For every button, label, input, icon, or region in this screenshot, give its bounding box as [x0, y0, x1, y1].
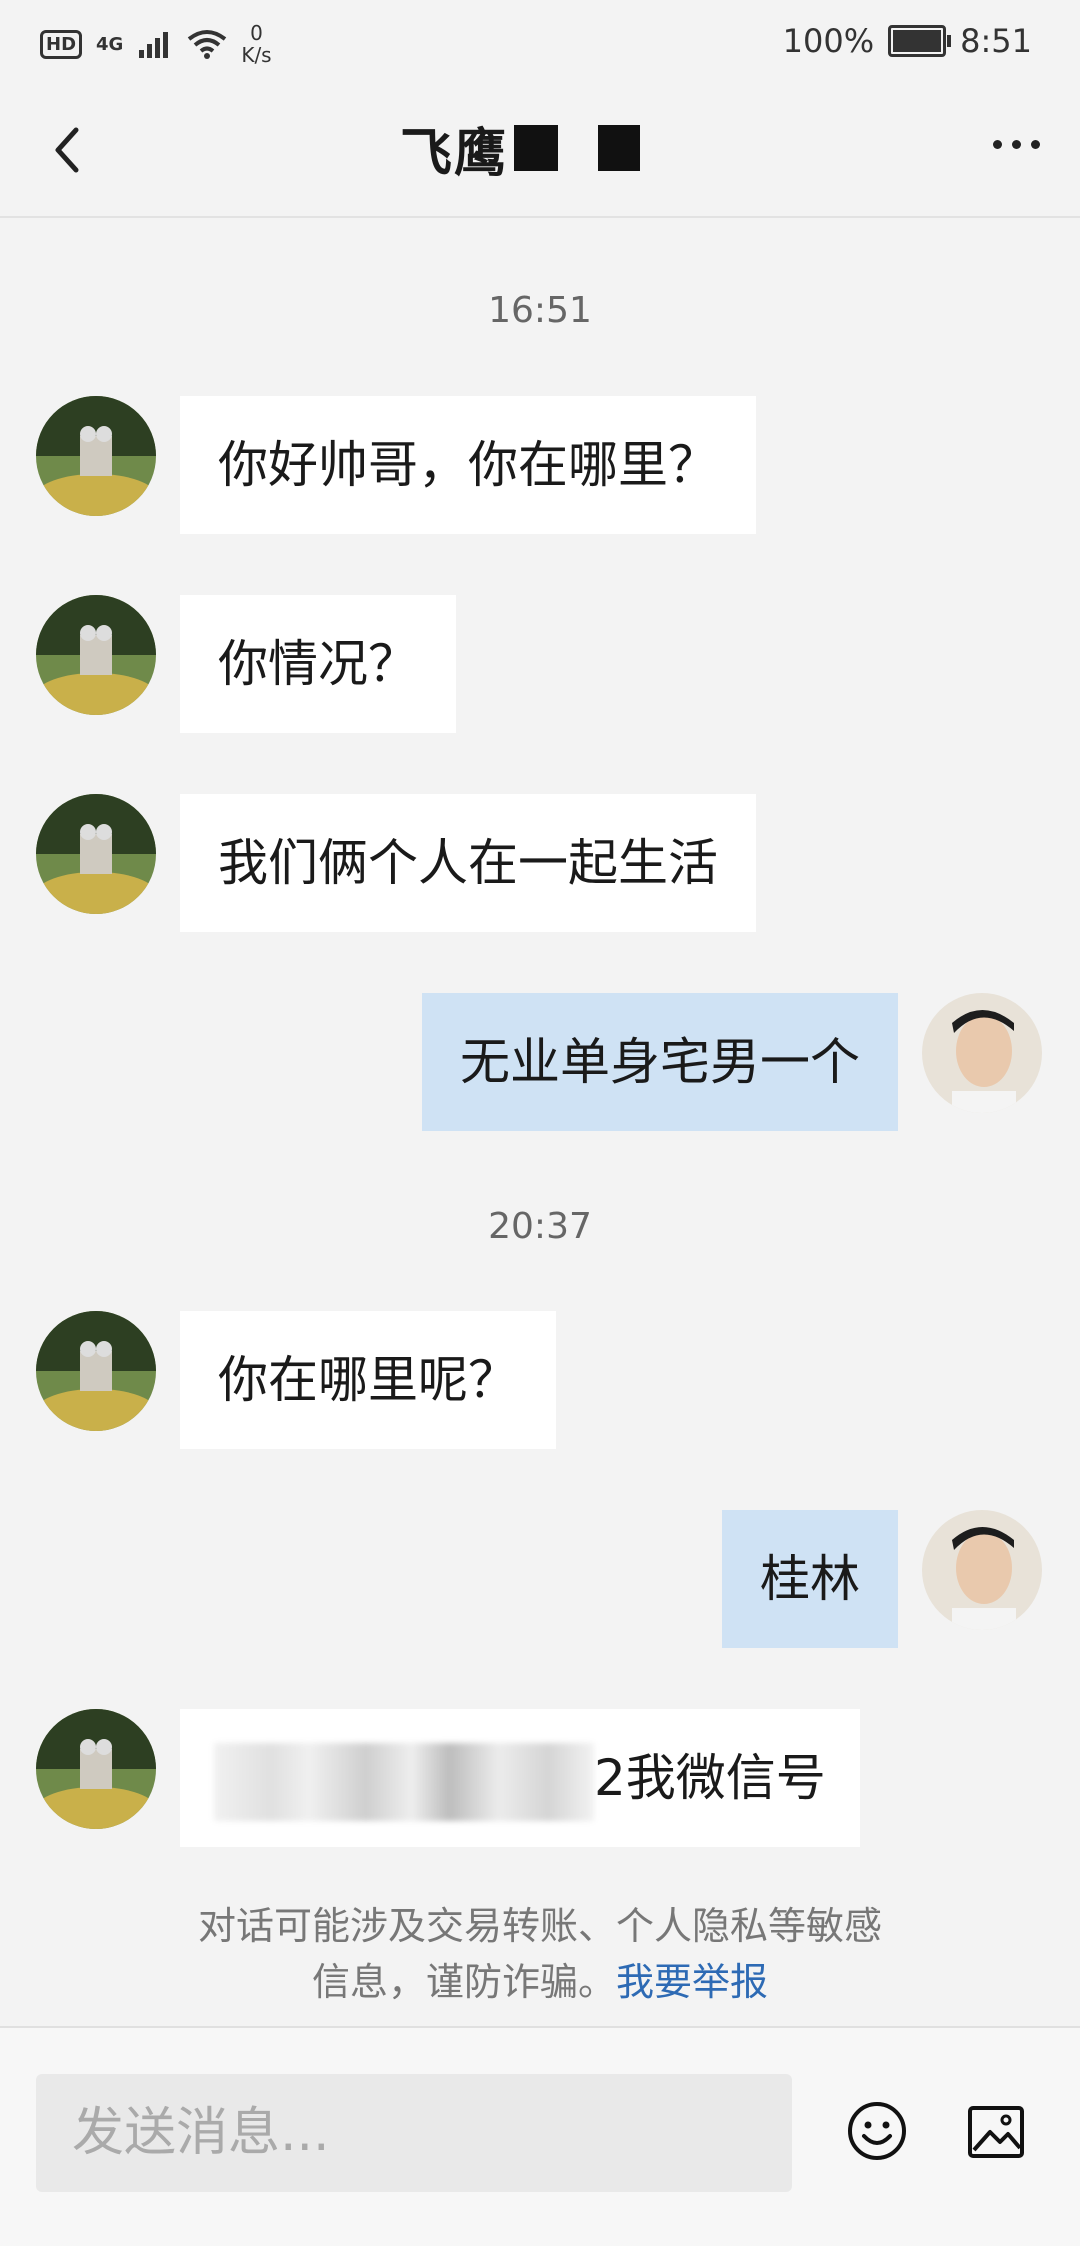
statue-garden-avatar-icon [36, 1709, 156, 1829]
message-bubble[interactable]: 你在哪里呢？ [180, 1311, 556, 1449]
speed-value: 0 [250, 21, 263, 45]
report-link[interactable]: 我要举报 [616, 1960, 768, 2004]
avatar[interactable] [36, 595, 156, 715]
status-right: 100% 8:51 [783, 22, 1032, 60]
chat-title: 飞鹰 [400, 118, 641, 184]
message-bubble[interactable]: 2我微信号 [180, 1709, 860, 1847]
redaction-block [598, 125, 641, 171]
signal-icon [139, 32, 169, 58]
wifi-icon [188, 30, 227, 59]
avatar[interactable] [36, 1311, 156, 1431]
chat-header: 飞鹰 [0, 90, 1080, 218]
notice-text: 信息，谨防诈骗。 [311, 1960, 616, 2004]
chevron-left-icon[interactable] [40, 120, 100, 180]
compose-bar: 发送消息... [0, 2026, 1080, 2246]
timestamp: 16:51 [488, 290, 592, 331]
safety-notice: 对话可能涉及交易转账、个人隐私等敏感 信息，谨防诈骗。我要举报 [0, 1898, 1080, 2010]
message-text: 2我微信号 [594, 1749, 826, 1807]
clock: 8:51 [960, 22, 1032, 60]
avatar[interactable] [36, 396, 156, 516]
emoji-icon[interactable] [846, 2100, 908, 2162]
message-bubble[interactable]: 桂林 [722, 1510, 898, 1648]
blurred-text [214, 1742, 594, 1821]
status-left: HD 4G 0 K/s [40, 22, 272, 66]
speed-unit: K/s [241, 43, 272, 67]
battery-percent: 100% [782, 22, 875, 60]
statue-garden-avatar-icon [36, 396, 156, 516]
avatar[interactable] [36, 1709, 156, 1829]
notice-line-1: 对话可能涉及交易转账、个人隐私等敏感 [197, 1904, 882, 1948]
avatar[interactable] [922, 993, 1042, 1113]
message-bubble[interactable]: 我们俩个人在一起生活 [180, 794, 756, 932]
contact-name: 飞鹰 [400, 123, 509, 184]
network-speed: 0 K/s [241, 22, 271, 66]
avatar[interactable] [36, 794, 156, 914]
battery-icon [888, 25, 952, 57]
redaction-block [514, 125, 559, 171]
message-bubble[interactable]: 你好帅哥，你在哪里？ [180, 396, 756, 534]
status-bar: HD 4G 0 K/s 100% 8:51 [0, 0, 1080, 90]
user-portrait-avatar-icon [922, 1510, 1042, 1630]
avatar[interactable] [922, 1510, 1042, 1630]
notice-line-2: 信息，谨防诈骗。我要举报 [0, 1954, 1080, 2010]
timestamp: 20:37 [488, 1206, 592, 1247]
message-bubble[interactable]: 你情况？ [180, 595, 456, 733]
statue-garden-avatar-icon [36, 794, 156, 914]
message-bubble[interactable]: 无业单身宅男一个 [422, 993, 898, 1131]
network-type: 4G [96, 33, 124, 55]
statue-garden-avatar-icon [36, 595, 156, 715]
message-input[interactable]: 发送消息... [36, 2074, 792, 2192]
more-dots-icon[interactable] [993, 140, 1040, 149]
statue-garden-avatar-icon [36, 1311, 156, 1431]
image-icon[interactable] [966, 2102, 1026, 2162]
hd-badge: HD [40, 29, 83, 59]
user-portrait-avatar-icon [922, 993, 1042, 1113]
